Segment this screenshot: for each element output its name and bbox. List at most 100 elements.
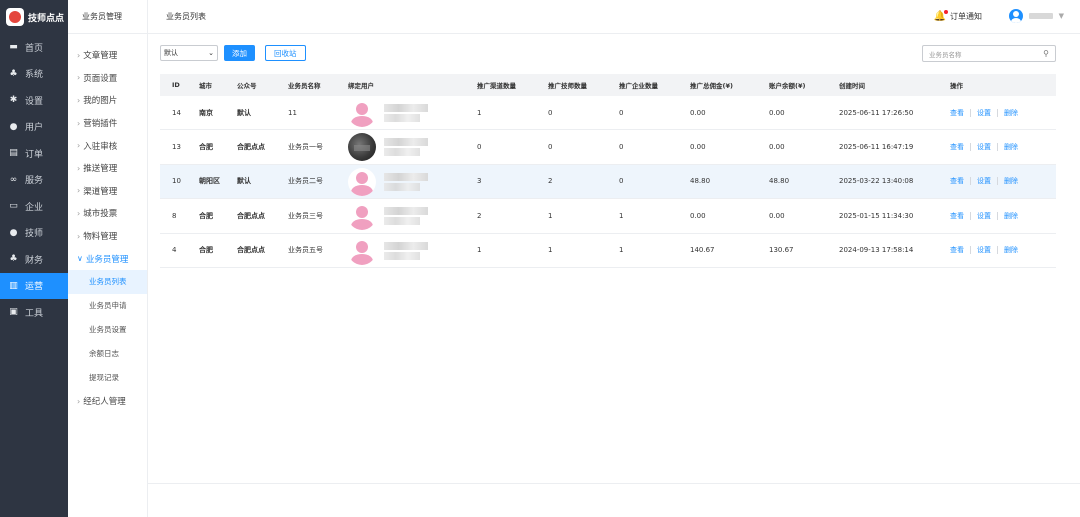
settings-link[interactable]: 设置 [977, 245, 991, 255]
table-row[interactable]: 4 合肥 合肥点点 业务员五号 1 1 1 140.67 130.67 2024-09-13 17… [160, 234, 1056, 268]
sidebar-item[interactable]: ● 用户 [0, 114, 68, 141]
submenu-item[interactable]: › 物料管理 [68, 225, 147, 248]
action-divider [970, 177, 971, 186]
caret-down-icon: ▼ [1058, 12, 1064, 20]
cell-name: 业务员二号 [288, 177, 323, 186]
delete-link[interactable]: 删除 [1004, 142, 1018, 152]
submenu-item[interactable]: › 营销插件 [68, 112, 147, 135]
cell-id: 8 [172, 211, 177, 220]
view-link[interactable]: 查看 [950, 176, 964, 186]
sidebar-item[interactable]: ▤ 订单 [0, 140, 68, 167]
view-link[interactable]: 查看 [950, 142, 964, 152]
user-avatar [348, 133, 376, 162]
bound-user [348, 236, 428, 265]
cell-gzh: 合肥点点 [237, 211, 265, 220]
monitor-icon: ▬ [9, 42, 18, 53]
delete-link[interactable]: 删除 [1004, 108, 1018, 118]
submenu-item[interactable]: › 渠道管理 [68, 180, 147, 203]
submenu-item[interactable]: › 入驻审核 [68, 134, 147, 157]
cell-city: 南京 [199, 108, 213, 117]
cell-js: 2 [548, 177, 553, 186]
search-placeholder: 业务员名称 [929, 50, 962, 59]
sidebar-item[interactable]: ● 技师 [0, 220, 68, 247]
sidebar-item-label: 技师 [25, 229, 44, 240]
column-header: 推广企业数量 [619, 82, 658, 90]
sidebar-item[interactable]: ▭ 企业 [0, 193, 68, 220]
search-icon: ⚲ [1043, 49, 1049, 58]
toolbar: 默认 ⌄ 添加 回收站 [160, 45, 306, 61]
submenu-item[interactable]: ∨ 业务员管理 [68, 247, 147, 270]
submenu-item[interactable]: › 经纪人管理 [68, 390, 147, 413]
cell-time: 2024-09-13 17:58:14 [839, 246, 914, 255]
view-link[interactable]: 查看 [950, 211, 964, 221]
submenu-item[interactable]: › 推送管理 [68, 157, 147, 180]
submenu-item-label: 经纪人管理 [83, 397, 126, 408]
cell-qd: 0 [477, 143, 482, 152]
sidebar-item-label: 设置 [25, 96, 44, 107]
gzh-select[interactable]: 默认 ⌄ [160, 45, 218, 61]
order-notification[interactable]: 🔔 订单通知 [934, 10, 982, 22]
submenu-item[interactable]: › 我的图片 [68, 89, 147, 112]
cell-qy: 0 [619, 143, 624, 152]
add-button[interactable]: 添加 [224, 45, 255, 61]
settings-link[interactable]: 设置 [977, 176, 991, 186]
sidebar-item[interactable]: ▥ 运营 [0, 272, 68, 299]
user-name-redacted [384, 172, 428, 191]
action-divider [997, 246, 998, 255]
gear-icon: ✱ [9, 95, 18, 106]
delete-link[interactable]: 删除 [1004, 176, 1018, 186]
user-icon: ● [9, 121, 18, 132]
user-menu[interactable]: ▼ [1008, 9, 1064, 23]
sidebar-item-label: 用户 [25, 123, 44, 134]
table-row[interactable]: 13 合肥 合肥点点 业务员一号 0 0 0 0.00 0.00 2025-06-11 16:47… [160, 130, 1056, 165]
sidebar-item[interactable]: ▣ 工具 [0, 299, 68, 326]
submenu-child-item[interactable]: 业务员列表 [68, 269, 147, 294]
search-input[interactable]: 业务员名称 ⚲ [922, 45, 1056, 62]
chevron-right-icon: › [77, 50, 81, 60]
view-link[interactable]: 查看 [950, 108, 964, 118]
chevron-right-icon: › [77, 208, 81, 218]
submenu-child-item[interactable]: 业务员申请 [68, 294, 147, 318]
sitemap-icon: ♣ [9, 254, 18, 265]
cell-gzh: 合肥点点 [237, 246, 265, 255]
cell-time: 2025-06-11 17:26:50 [839, 108, 914, 117]
view-link[interactable]: 查看 [950, 245, 964, 255]
submenu-item[interactable]: › 页面设置 [68, 67, 147, 90]
cell-city: 合肥 [199, 211, 213, 220]
cell-time: 2025-01-15 11:34:30 [839, 211, 914, 220]
settings-link[interactable]: 设置 [977, 108, 991, 118]
row-actions: 查看 设置 删除 [950, 211, 1018, 221]
table-row[interactable]: 14 南京 默认 11 1 0 0 0.00 0.00 2025-06-11 17:26:50 查看… [160, 96, 1056, 131]
column-header: ID [172, 81, 180, 89]
user-name-redacted [384, 104, 428, 122]
sidebar-item[interactable]: ♣ 系统 [0, 61, 68, 88]
sidebar-item[interactable]: ✱ 设置 [0, 87, 68, 114]
delete-link[interactable]: 删除 [1004, 211, 1018, 221]
brand-logo[interactable]: 技师点点 [0, 0, 68, 34]
settings-link[interactable]: 设置 [977, 142, 991, 152]
settings-link[interactable]: 设置 [977, 211, 991, 221]
cell-qd: 1 [477, 108, 482, 117]
sidebar-item[interactable]: ♣ 财务 [0, 246, 68, 273]
submenu-child-item[interactable]: 余额日志 [68, 342, 147, 366]
sidebar-item[interactable]: ∞ 服务 [0, 167, 68, 194]
user-name-redacted [384, 241, 428, 260]
table-row[interactable]: 8 合肥 合肥点点 业务员三号 2 1 1 0.00 0.00 2025-01-15 11:34:… [160, 199, 1056, 234]
table-row[interactable]: 10 朝阳区 默认 业务员二号 3 2 0 48.80 48.80 2025-03-22 13:4… [160, 164, 1056, 200]
cell-gzh: 合肥点点 [237, 143, 265, 152]
delete-link[interactable]: 删除 [1004, 245, 1018, 255]
submenu-item-label: 业务员管理 [85, 254, 129, 265]
action-divider [970, 211, 971, 220]
submenu-item[interactable]: › 文章管理 [68, 44, 147, 67]
row-actions: 查看 设置 删除 [950, 176, 1018, 186]
cell-ye: 130.67 [769, 246, 794, 255]
submenu-item[interactable]: › 城市投票 [68, 202, 147, 225]
sidebar-item[interactable]: ▬ 首页 [0, 34, 68, 61]
cell-qy: 1 [619, 211, 624, 220]
cell-name: 11 [288, 108, 297, 117]
submenu-child-item[interactable]: 提现记录 [68, 366, 147, 390]
submenu-child-item[interactable]: 业务员设置 [68, 318, 147, 342]
recycle-bin-button[interactable]: 回收站 [265, 45, 306, 61]
cell-yj: 0.00 [690, 143, 706, 152]
chevron-right-icon: › [77, 396, 81, 406]
